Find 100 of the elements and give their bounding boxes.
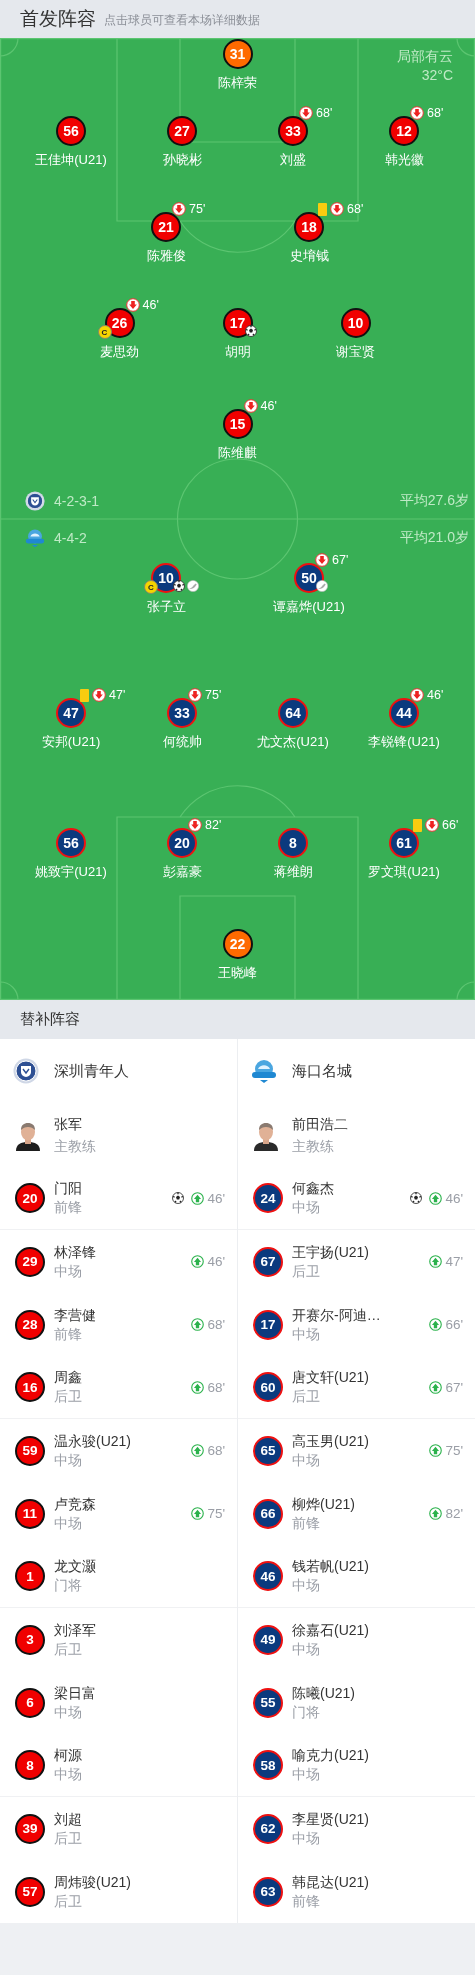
player-name[interactable]: 韩昆达(U21) <box>292 1871 463 1892</box>
captain-badge: C <box>97 325 112 339</box>
player-position: 门将 <box>54 1577 83 1595</box>
player-name[interactable]: 柳烨(U21) <box>292 1493 430 1514</box>
shirt-number: 6 <box>15 1687 45 1718</box>
player-name[interactable]: 李星贤(U21) <box>292 1808 463 1829</box>
player-name[interactable]: 徐嘉石(U21) <box>292 1619 463 1640</box>
coach-name[interactable]: 前田浩二 <box>292 1113 348 1135</box>
substitution-minute: 75' <box>189 202 206 216</box>
substitution-in-icon <box>429 1191 443 1205</box>
player-name[interactable]: 林泽锋 <box>54 1241 192 1262</box>
substitution-minute: 67' <box>332 553 349 567</box>
shirt-number[interactable]: 18 <box>294 212 324 242</box>
player-position: 后卫 <box>54 1829 83 1848</box>
player-position: 中场 <box>292 1829 321 1848</box>
player-position: 后卫 <box>54 1640 83 1659</box>
substitution-out-icon <box>243 399 258 413</box>
shirt-number[interactable]: 33 <box>167 698 197 728</box>
shirt-number[interactable]: 33 <box>278 116 308 146</box>
substitution-minute: 68' <box>207 1443 225 1458</box>
substitution-in-icon <box>191 1380 205 1394</box>
substitution-out-icon <box>188 688 202 702</box>
player-name[interactable]: 周鑫 <box>54 1367 192 1387</box>
coach-name[interactable]: 张军 <box>54 1113 96 1135</box>
shirt-number: 20 <box>15 1183 45 1213</box>
shirt-number: 62 <box>253 1813 283 1844</box>
substitution-out-icon <box>425 818 439 832</box>
substitution-in-icon <box>429 1318 443 1331</box>
shirt-number[interactable]: 27 <box>167 116 197 146</box>
player-name[interactable]: 柯源 <box>54 1745 225 1765</box>
shirt-number: 67 <box>253 1246 283 1277</box>
player-name[interactable]: 陈曦(U21) <box>292 1682 463 1703</box>
crest-icon <box>13 1058 39 1084</box>
shirt-number: 24 <box>253 1183 283 1213</box>
substitution-minute: 67' <box>445 1379 463 1395</box>
substitution-minute: 68' <box>316 106 333 120</box>
formation-label: 4-2-3-1 <box>54 493 101 509</box>
substitution-minute: 75' <box>205 688 222 702</box>
shirt-number[interactable]: 47 <box>56 698 86 728</box>
player-position: 前锋 <box>54 1325 83 1344</box>
substitution-minute: 82' <box>445 1506 463 1521</box>
shirt-number: 28 <box>15 1309 45 1340</box>
player-name[interactable]: 何鑫杰 <box>292 1178 411 1198</box>
substitution-minute: 68' <box>207 1317 225 1332</box>
coach-role: 主教练 <box>54 1137 96 1156</box>
hint-text: 点击球员可查看本场详细数据 <box>104 12 260 29</box>
player-name[interactable]: 喻克力(U21) <box>292 1745 463 1765</box>
player-name[interactable]: 门阳 <box>54 1178 173 1198</box>
substitution-out-icon <box>172 202 186 216</box>
player-name[interactable]: 刘泽军 <box>54 1619 225 1640</box>
temperature-text: 32°C <box>421 66 453 85</box>
player-name[interactable]: 高玉男(U21) <box>292 1430 430 1451</box>
shirt-number[interactable]: 61 <box>389 828 419 858</box>
shirt-number[interactable]: 56 <box>56 116 86 146</box>
substitution-minute: 46' <box>207 1254 225 1269</box>
substitution-in-icon <box>191 1255 205 1268</box>
player-name[interactable]: 开赛尔-阿迪… <box>292 1304 430 1325</box>
player-name[interactable]: 唐文轩(U21) <box>292 1367 430 1387</box>
substitution-out-icon <box>330 202 344 216</box>
substitution-minute: 46' <box>445 1190 463 1206</box>
player-name[interactable]: 卢竞森 <box>54 1493 192 1514</box>
player-position: 后卫 <box>292 1262 321 1281</box>
substitution-minute: 47' <box>109 688 126 702</box>
shirt-number[interactable]: 8 <box>278 828 308 858</box>
player-name[interactable]: 周炜骏(U21) <box>54 1871 225 1892</box>
player-position: 中场 <box>292 1199 321 1217</box>
player-name[interactable]: 王宇扬(U21) <box>292 1241 430 1262</box>
crest-icon <box>25 491 45 511</box>
shirt-number: 17 <box>253 1309 283 1340</box>
shirt-number[interactable]: 15 <box>222 409 253 439</box>
shirt-number[interactable]: 17 <box>222 308 253 338</box>
player-name[interactable]: 温永骏(U21) <box>54 1430 192 1451</box>
shirt-number: 16 <box>15 1372 45 1402</box>
average-age: 平均21.0岁 <box>399 529 469 547</box>
shirt-number[interactable]: 44 <box>389 698 419 728</box>
shirt-number[interactable]: 10 <box>340 308 371 338</box>
coach-role: 主教练 <box>292 1137 335 1156</box>
substitution-in-icon <box>191 1318 205 1331</box>
player-name[interactable]: 梁日富 <box>54 1682 225 1703</box>
substitution-minute: 75' <box>445 1443 463 1458</box>
shirt-number[interactable]: 64 <box>278 698 308 728</box>
shirt-number[interactable]: 56 <box>56 828 86 858</box>
player-name[interactable]: 龙文灏 <box>54 1556 225 1576</box>
shirt-number: 58 <box>253 1750 283 1780</box>
player-position: 后卫 <box>54 1892 83 1911</box>
player-position: 前锋 <box>292 1892 321 1911</box>
substitution-in-icon <box>191 1444 205 1457</box>
player-name[interactable]: 钱若帆(U21) <box>292 1556 463 1576</box>
shirt-number: 29 <box>15 1246 45 1277</box>
player-name[interactable]: 刘超 <box>54 1808 225 1829</box>
shirt-number: 8 <box>15 1750 45 1780</box>
substitution-out-icon <box>410 106 424 120</box>
shirt-number: 65 <box>253 1435 283 1466</box>
player-name[interactable]: 李营健 <box>54 1304 192 1325</box>
shirt-number[interactable]: 12 <box>389 116 419 146</box>
substitution-minute: 46' <box>207 1190 225 1206</box>
shirt-number[interactable]: 20 <box>167 828 197 858</box>
player-position: 中场 <box>54 1262 83 1281</box>
shirt-number: 59 <box>15 1435 45 1466</box>
shirt-number[interactable]: 21 <box>151 212 181 242</box>
